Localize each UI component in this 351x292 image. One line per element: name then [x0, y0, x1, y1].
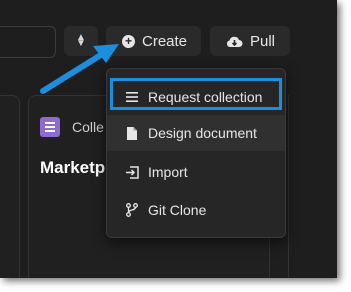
- app-window: ▲ ▼ + Create Pull Colle Marketp Request c…: [0, 0, 337, 278]
- pointer-arrow-icon: [40, 44, 119, 94]
